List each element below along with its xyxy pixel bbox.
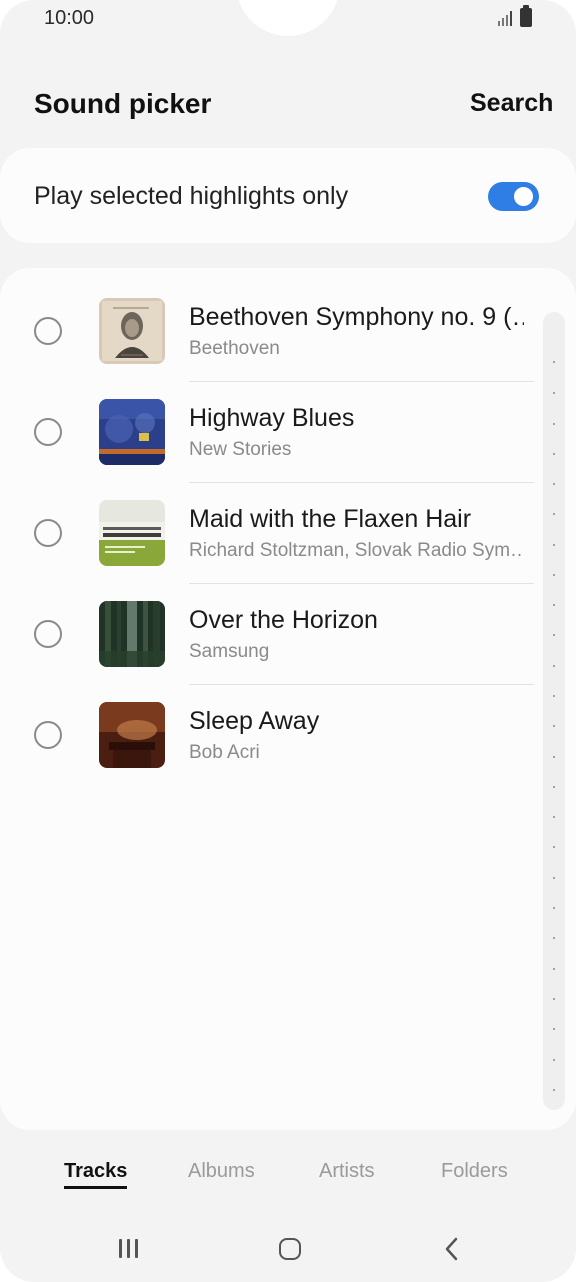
track-artist: New Stories: [189, 439, 292, 460]
back-icon[interactable]: [442, 1236, 462, 1262]
phone-screen: 10:00 Sound picker Search Play selected …: [0, 0, 576, 1282]
highlights-label: Play selected highlights only: [34, 182, 349, 210]
track-radio[interactable]: [34, 519, 62, 547]
tab-tracks[interactable]: Tracks: [64, 1160, 127, 1183]
highway-blues-album-art: [99, 399, 165, 465]
toggle-knob: [512, 185, 535, 208]
status-time: 10:00: [44, 7, 95, 29]
page-title: Sound picker: [34, 88, 212, 119]
track-title: Maid with the Flaxen Hair: [189, 505, 472, 533]
track-radio[interactable]: [34, 721, 62, 749]
home-icon[interactable]: [279, 1238, 301, 1260]
list-item[interactable]: Sleep Away Bob Acri: [0, 702, 576, 803]
divider: [189, 684, 534, 685]
track-title: Highway Blues: [189, 404, 355, 432]
divider: [189, 482, 534, 483]
recent-apps-icon[interactable]: [117, 1239, 141, 1258]
track-title: Beethoven Symphony no. 9 (…: [189, 303, 524, 331]
highlights-toggle[interactable]: [488, 182, 539, 211]
camera-notch: [236, 0, 340, 36]
richard-stoltzman-album-art: [99, 500, 165, 566]
battery-icon: [520, 5, 532, 27]
track-artist: Beethoven: [189, 338, 280, 359]
bottom-tabs: Tracks Albums Artists Folders: [0, 1160, 576, 1200]
piano-album-art: [99, 702, 165, 768]
tab-artists[interactable]: Artists: [319, 1160, 375, 1183]
tab-albums[interactable]: Albums: [188, 1160, 255, 1183]
track-artist: Richard Stoltzman, Slovak Radio Sym…: [189, 540, 524, 561]
active-tab-indicator: [64, 1186, 127, 1189]
signal-icon: [498, 10, 516, 26]
track-artist: Bob Acri: [189, 742, 260, 763]
list-item[interactable]: Beethoven Symphony no. 9 (… Beethoven: [0, 298, 576, 399]
list-item[interactable]: Over the Horizon Samsung: [0, 601, 576, 702]
divider: [189, 583, 534, 584]
track-title: Over the Horizon: [189, 606, 378, 634]
track-radio[interactable]: [34, 317, 62, 345]
track-title: Sleep Away: [189, 707, 320, 735]
list-item[interactable]: Maid with the Flaxen Hair Richard Stoltz…: [0, 500, 576, 601]
fast-scroller[interactable]: [543, 312, 565, 1110]
navigation-bar: [0, 1222, 576, 1272]
beethoven-album-art: [99, 298, 165, 364]
tab-folders[interactable]: Folders: [441, 1160, 508, 1183]
divider: [189, 381, 534, 382]
search-button[interactable]: Search: [470, 89, 553, 118]
track-radio[interactable]: [34, 620, 62, 648]
list-item[interactable]: Highway Blues New Stories: [0, 399, 576, 500]
track-radio[interactable]: [34, 418, 62, 446]
track-artist: Samsung: [189, 641, 270, 662]
forest-album-art: [99, 601, 165, 667]
